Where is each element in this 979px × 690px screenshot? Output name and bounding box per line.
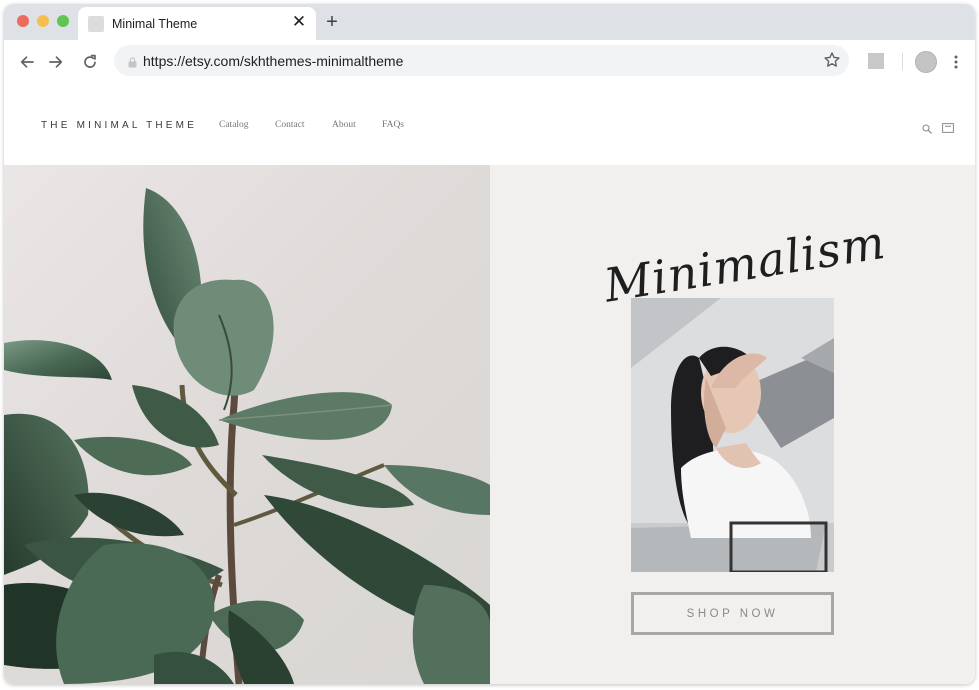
tab-strip: Minimal Theme ✕ + [4, 4, 975, 40]
site-logo[interactable]: THE MINIMAL THEME [41, 120, 197, 131]
url-text[interactable]: https://etsy.com/skhthemes-minimaltheme [143, 53, 403, 69]
browser-tab[interactable]: Minimal Theme ✕ [78, 7, 316, 40]
tab-title: Minimal Theme [112, 17, 198, 31]
toolbar-divider [902, 53, 903, 70]
back-arrow-icon[interactable] [13, 48, 41, 76]
portrait-photo [631, 298, 834, 572]
plant-photo [4, 165, 490, 684]
hero-content-panel: Minimalism SHOP NOW [490, 165, 975, 684]
maximize-window-button[interactable] [57, 15, 69, 27]
nav-link-faqs[interactable]: FAQs [382, 120, 404, 130]
tab-close-icon[interactable]: ✕ [290, 13, 308, 31]
nav-link-contact[interactable]: Contact [275, 120, 305, 130]
browser-window: Minimal Theme ✕ + https://etsy.com/skhth… [4, 4, 975, 684]
cart-icon[interactable] [942, 120, 954, 133]
nav-link-catalog[interactable]: Catalog [219, 120, 249, 130]
menu-kebab-icon[interactable] [950, 53, 962, 71]
close-window-button[interactable] [17, 15, 29, 27]
new-tab-button[interactable]: + [322, 12, 342, 32]
shop-now-button[interactable]: SHOP NOW [631, 592, 834, 635]
hero-section: Minimalism SHOP NOW [4, 165, 975, 684]
extension-icon[interactable] [868, 53, 884, 69]
rubber-plant-illustration [4, 188, 490, 684]
reload-icon[interactable] [76, 48, 104, 76]
address-bar[interactable]: https://etsy.com/skhthemes-minimaltheme [114, 45, 849, 76]
search-icon[interactable] [922, 121, 932, 134]
star-icon[interactable] [823, 51, 841, 69]
favicon-icon [88, 16, 104, 32]
page-viewport: THE MINIMAL THEME Catalog Contact About … [4, 80, 975, 684]
site-header: THE MINIMAL THEME Catalog Contact About … [4, 80, 975, 165]
woman-portrait-illustration [631, 298, 834, 572]
lock-icon[interactable] [128, 55, 137, 68]
forward-arrow-icon[interactable] [42, 48, 70, 76]
profile-avatar[interactable] [915, 51, 937, 73]
browser-toolbar: https://etsy.com/skhthemes-minimaltheme [4, 40, 975, 80]
nav-link-about[interactable]: About [332, 120, 356, 130]
minimize-window-button[interactable] [37, 15, 49, 27]
